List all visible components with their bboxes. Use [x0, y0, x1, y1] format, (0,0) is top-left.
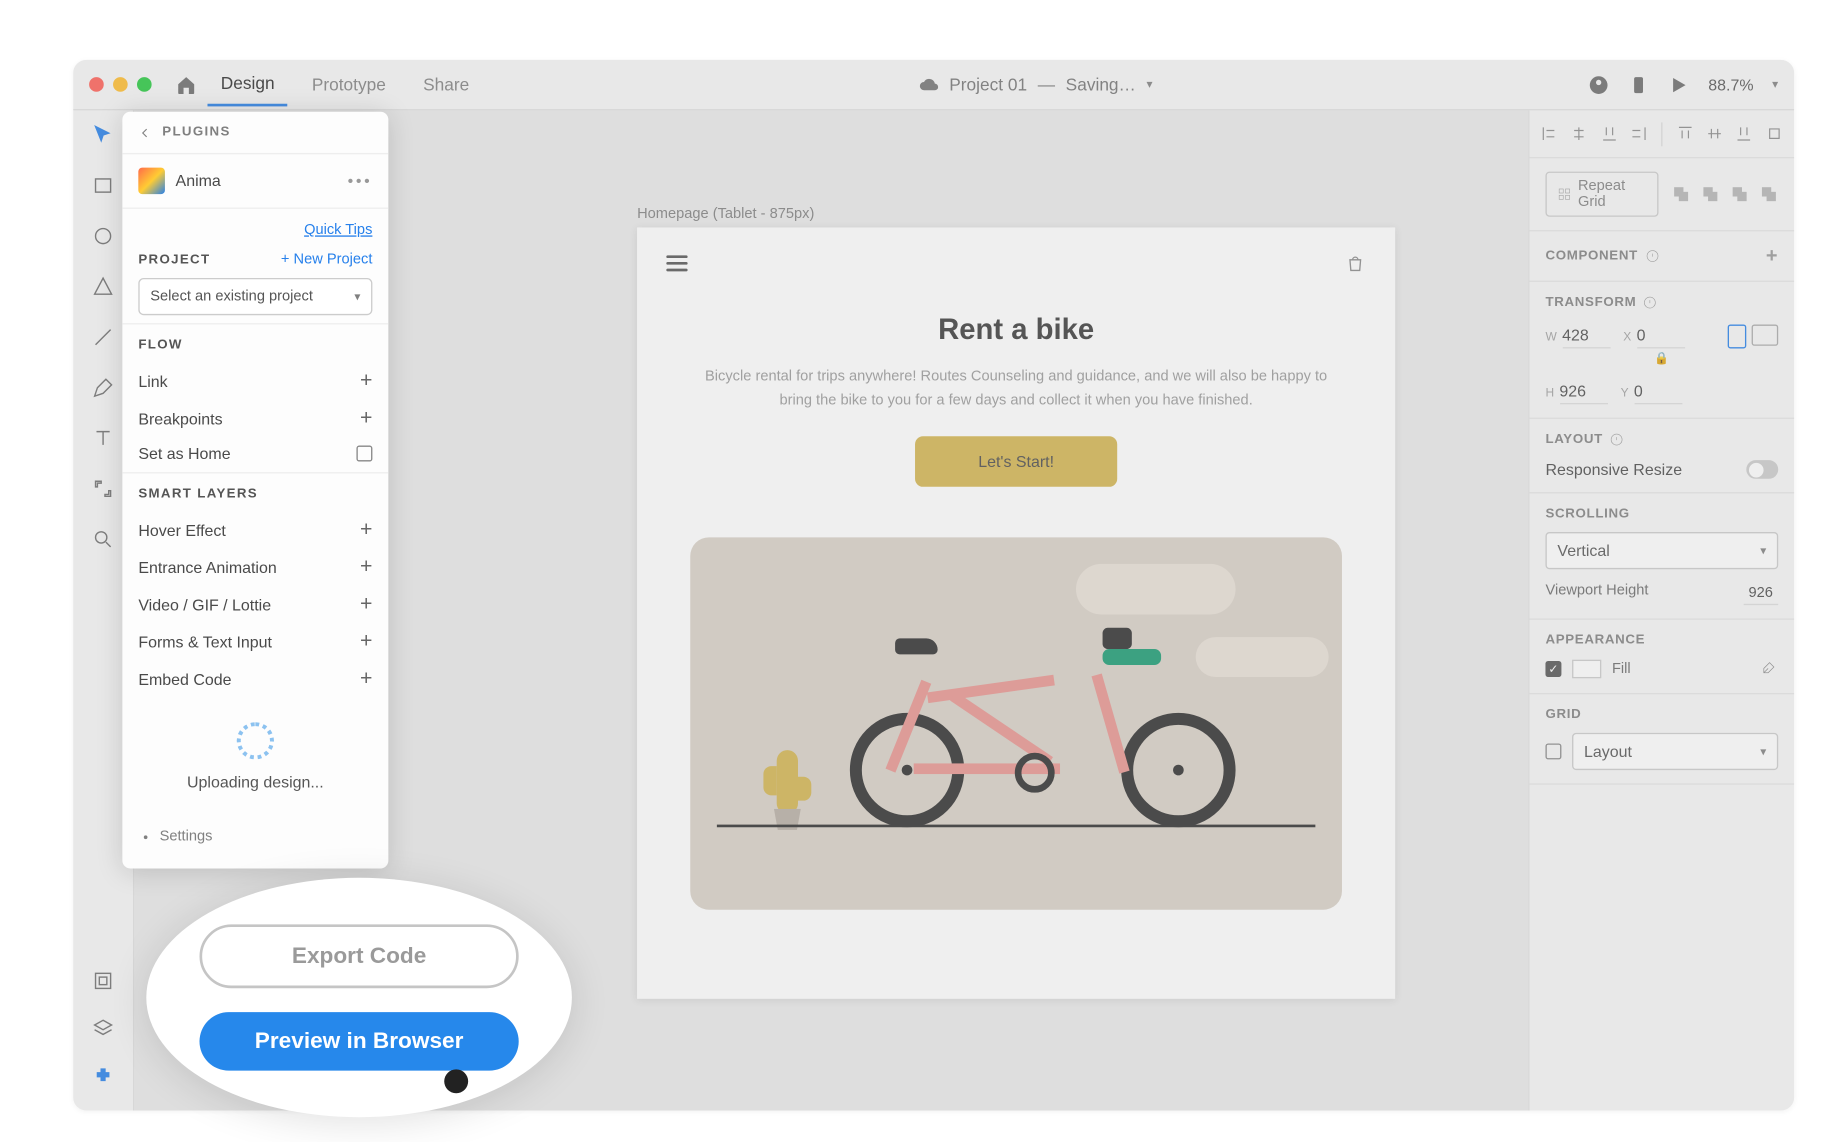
line-tool[interactable] — [92, 326, 115, 355]
x-field[interactable]: 0 — [1637, 323, 1685, 348]
viewport-height-field[interactable]: 926 — [1743, 583, 1778, 606]
chevron-down-icon[interactable]: ▾ — [1146, 77, 1152, 92]
play-icon[interactable] — [1668, 74, 1689, 95]
boolean-ops[interactable] — [1672, 185, 1778, 204]
save-status: Saving… — [1066, 74, 1136, 94]
lock-icon[interactable]: 🔒 — [1545, 351, 1778, 366]
scrolling-dropdown[interactable]: Vertical▾ — [1545, 532, 1778, 569]
flow-breakpoints[interactable]: Breakpoints+ — [138, 400, 372, 437]
plugin-settings[interactable]: Settings — [122, 818, 388, 855]
zoom-level[interactable]: 88.7% — [1708, 75, 1753, 94]
responsive-toggle[interactable] — [1746, 460, 1778, 479]
new-project-link[interactable]: + New Project — [281, 251, 372, 267]
pen-tool[interactable] — [92, 376, 115, 405]
zoom-tool[interactable] — [92, 528, 115, 557]
property-panel: Repeat Grid COMPONENT + — [1528, 110, 1794, 1110]
tab-share[interactable]: Share — [410, 64, 483, 105]
hamburger-icon — [666, 255, 687, 271]
plugins-icon[interactable] — [92, 1065, 115, 1094]
orientation-toggle[interactable] — [1728, 324, 1779, 348]
smart-embed[interactable]: Embed Code+ — [138, 661, 372, 698]
select-tool[interactable] — [92, 124, 115, 153]
grid-dropdown[interactable]: Layout▾ — [1572, 733, 1778, 770]
anima-logo — [138, 168, 165, 195]
width-field[interactable]: 428 — [1562, 323, 1610, 348]
hero-illustration — [690, 538, 1342, 910]
avatar-icon[interactable] — [1589, 74, 1610, 95]
smart-layers-label: SMART LAYERS — [138, 487, 372, 502]
rectangle-tool[interactable] — [92, 174, 115, 203]
plugin-back[interactable]: PLUGINS — [122, 112, 388, 155]
artboard[interactable]: Rent a bike Bicycle rental for trips any… — [637, 227, 1395, 998]
hero-title: Rent a bike — [690, 313, 1342, 348]
smart-entrance[interactable]: Entrance Animation+ — [138, 549, 372, 586]
artboard-tool[interactable] — [92, 477, 115, 506]
smart-hover[interactable]: Hover Effect+ — [138, 512, 372, 549]
repeat-grid-button[interactable]: Repeat Grid — [1545, 172, 1658, 217]
viewport-height-label: Viewport Height — [1545, 583, 1648, 606]
fill-swatch[interactable] — [1572, 660, 1601, 679]
ellipse-tool[interactable] — [92, 225, 115, 254]
flow-set-home[interactable]: Set as Home — [138, 438, 372, 470]
smart-forms[interactable]: Forms & Text Input+ — [138, 624, 372, 661]
project-name: Project 01 — [949, 74, 1027, 94]
align-tools[interactable] — [1530, 110, 1795, 158]
device-icon[interactable] — [1629, 74, 1650, 95]
project-select[interactable]: Select an existing project▾ — [138, 278, 372, 315]
hero-subtitle: Bicycle rental for trips anywhere! Route… — [690, 366, 1342, 413]
preview-browser-button[interactable]: Preview in Browser — [200, 1012, 519, 1071]
height-field[interactable]: 926 — [1559, 379, 1607, 404]
uploading-status: Uploading design... — [122, 767, 388, 818]
eyedropper-icon[interactable] — [1761, 658, 1778, 679]
plugin-name: Anima — [176, 172, 221, 191]
polygon-tool[interactable] — [92, 275, 115, 304]
window-controls[interactable] — [89, 77, 152, 92]
artboard-label[interactable]: Homepage (Tablet - 875px) — [637, 206, 814, 222]
project-label: PROJECT — [138, 252, 210, 267]
grid-checkbox[interactable] — [1545, 743, 1561, 759]
bike-illustration — [850, 628, 1236, 828]
export-code-button[interactable]: Export Code — [200, 924, 519, 988]
spinner-icon — [237, 722, 274, 759]
home-icon[interactable] — [176, 74, 197, 95]
callout: Export Code Preview in Browser — [146, 878, 572, 1117]
responsive-resize-label: Responsive Resize — [1545, 460, 1682, 479]
fill-label: Fill — [1612, 661, 1631, 677]
fill-checkbox[interactable]: ✓ — [1545, 661, 1561, 677]
flow-link[interactable]: Link+ — [138, 363, 372, 400]
assets-icon[interactable] — [92, 970, 115, 999]
more-icon[interactable]: ••• — [348, 172, 373, 191]
chevron-down-icon[interactable]: ▾ — [1772, 77, 1778, 92]
tab-design[interactable]: Design — [207, 63, 287, 107]
flow-label: FLOW — [138, 338, 372, 353]
cta-button: Let's Start! — [914, 436, 1117, 487]
tab-prototype[interactable]: Prototype — [299, 64, 400, 105]
titlebar: Design Prototype Share Project 01 — Savi… — [73, 60, 1794, 111]
plugin-panel: PLUGINS Anima ••• Quick Tips PROJECT + N… — [122, 112, 388, 869]
bag-icon — [1345, 251, 1366, 275]
smart-video[interactable]: Video / GIF / Lottie+ — [138, 587, 372, 624]
y-field[interactable]: 0 — [1634, 379, 1682, 404]
quick-tips-link[interactable]: Quick Tips — [304, 222, 372, 238]
add-component-button[interactable]: + — [1766, 245, 1778, 268]
component-section: COMPONENT + — [1545, 245, 1778, 268]
cloud-icon — [919, 74, 939, 94]
layers-icon[interactable] — [92, 1017, 115, 1046]
transform-section: TRANSFORM — [1545, 295, 1778, 310]
cursor-dot — [444, 1069, 468, 1093]
text-tool[interactable] — [92, 427, 115, 456]
